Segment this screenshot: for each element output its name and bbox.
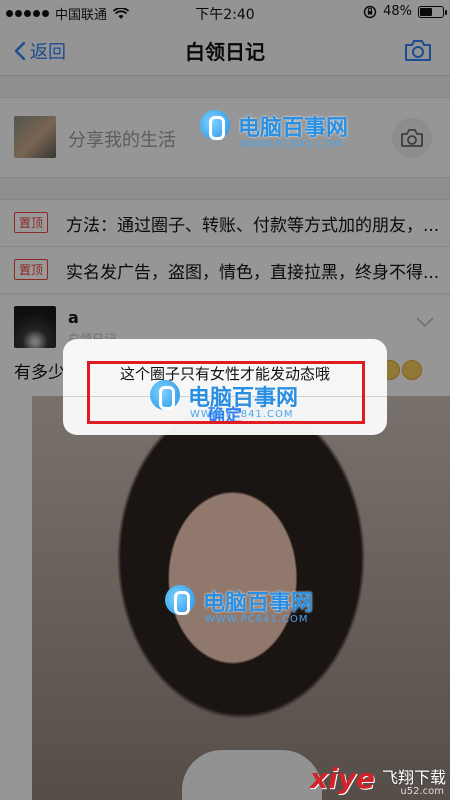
bottom-watermark-brand: xiye (310, 762, 375, 795)
bottom-watermark-url: u52.com (400, 786, 444, 797)
bottom-watermark-text: 飞翔下载 (381, 768, 446, 787)
screen: 中国联通 下午2:40 48% 返回 白领日记 分享我的生活 置顶 方法：通过圈… (0, 0, 450, 800)
watermark-url: WWW.PC841.COM (190, 409, 294, 420)
watermark: 电脑百事网 WWW.PC841.COM (200, 110, 400, 154)
watermark-title: 电脑百事网 (238, 116, 349, 141)
watermark-logo-icon (150, 380, 180, 410)
watermark-logo-icon (200, 110, 230, 140)
watermark-logo-icon (165, 585, 195, 615)
watermark-url: WWW.PC841.COM (240, 139, 344, 150)
watermark-url: WWW.PC841.COM (205, 614, 309, 625)
watermark-title: 电脑百事网 (203, 591, 314, 616)
watermark-title: 电脑百事网 (188, 386, 299, 411)
bottom-watermark: xiye 飞翔下载 u52.com (310, 760, 450, 800)
watermark: 电脑百事网 WWW.PC841.COM (165, 585, 365, 629)
watermark: 电脑百事网 WWW.PC841.COM (150, 380, 350, 424)
